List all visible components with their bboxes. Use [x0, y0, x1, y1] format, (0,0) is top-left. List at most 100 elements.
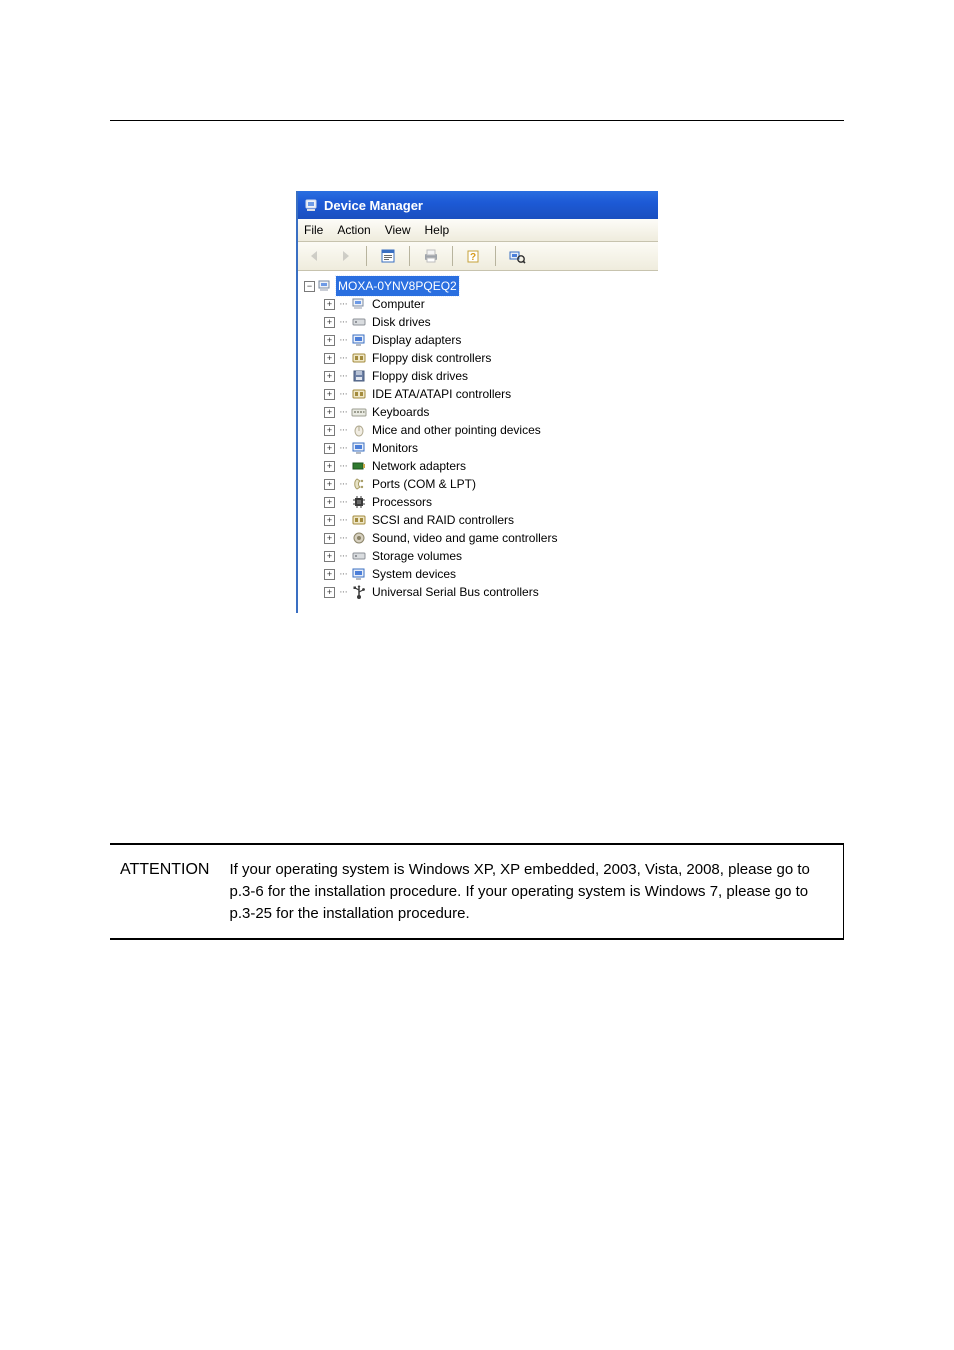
expander-expand-icon[interactable]: +: [324, 371, 335, 382]
properties-icon: [380, 248, 396, 264]
menu-view[interactable]: View: [385, 223, 411, 237]
toolbar-separator: [452, 246, 453, 266]
expander-expand-icon[interactable]: +: [324, 533, 335, 544]
help-button[interactable]: ?: [463, 245, 485, 267]
processor-icon: [351, 494, 367, 510]
tree-item-label[interactable]: Keyboards: [370, 402, 431, 422]
expander-expand-icon[interactable]: +: [324, 551, 335, 562]
forward-arrow-icon: [337, 248, 353, 264]
tree-item-label[interactable]: IDE ATA/ATAPI controllers: [370, 384, 513, 404]
tree-item-label[interactable]: Storage volumes: [370, 546, 464, 566]
tree-row[interactable]: +···Sound, video and game controllers: [302, 529, 654, 547]
tree-item-label[interactable]: Processors: [370, 492, 434, 512]
expander-expand-icon[interactable]: +: [324, 461, 335, 472]
floppy-controller-icon: [351, 350, 367, 366]
monitor-icon: [351, 440, 367, 456]
menu-help[interactable]: Help: [425, 223, 450, 237]
scan-hardware-icon: [508, 248, 526, 264]
expander-expand-icon[interactable]: +: [324, 353, 335, 364]
tree-row[interactable]: +···System devices: [302, 565, 654, 583]
expander-expand-icon[interactable]: +: [324, 443, 335, 454]
expander-expand-icon[interactable]: +: [324, 389, 335, 400]
print-icon: [422, 248, 440, 264]
tree-connector: ···: [339, 313, 349, 331]
menubar: File Action View Help: [298, 219, 658, 242]
tree-item-label[interactable]: System devices: [370, 564, 458, 584]
tree-item-label[interactable]: Display adapters: [370, 330, 463, 350]
computer-icon: [351, 296, 367, 312]
back-arrow-icon: [307, 248, 323, 264]
titlebar[interactable]: Device Manager: [298, 191, 658, 219]
tree-row[interactable]: + ··· Floppy disk controllers: [302, 349, 654, 367]
tree-row[interactable]: + ··· IDE ATA/ATAPI controllers: [302, 385, 654, 403]
ports-icon: [351, 476, 367, 492]
expander-expand-icon[interactable]: +: [324, 317, 335, 328]
tree-row[interactable]: +···Floppy disk drives: [302, 367, 654, 385]
expander-expand-icon[interactable]: +: [324, 407, 335, 418]
tree-item-label[interactable]: Floppy disk controllers: [370, 348, 493, 368]
tree-row[interactable]: +···Storage volumes: [302, 547, 654, 565]
storage-volume-icon: [351, 548, 367, 564]
expander-expand-icon[interactable]: +: [324, 515, 335, 526]
tree-row[interactable]: + ··· Network adapters: [302, 457, 654, 475]
tree-row[interactable]: + ··· Disk drives: [302, 313, 654, 331]
tree-row[interactable]: +···Keyboards: [302, 403, 654, 421]
ide-controller-icon: [351, 386, 367, 402]
tree-item-label[interactable]: Ports (COM & LPT): [370, 474, 478, 494]
tree-item-label[interactable]: Mice and other pointing devices: [370, 420, 543, 440]
network-adapter-icon: [351, 458, 367, 474]
tree-connector: ···: [339, 475, 349, 493]
tree-item-label[interactable]: Sound, video and game controllers: [370, 528, 559, 548]
device-tree: − MOXA-0YNV8PQEQ2 + ··· Computer + ··· Disk d…: [298, 271, 658, 613]
tree-connector: ···: [339, 331, 349, 349]
display-adapter-icon: [351, 332, 367, 348]
disk-drive-icon: [351, 314, 367, 330]
tree-row[interactable]: + ··· Computer: [302, 295, 654, 313]
expander-expand-icon[interactable]: +: [324, 425, 335, 436]
menu-file[interactable]: File: [304, 223, 323, 237]
computer-root-icon: [317, 278, 333, 294]
expander-expand-icon[interactable]: +: [324, 587, 335, 598]
tree-item-label[interactable]: Network adapters: [370, 456, 468, 476]
attention-body: If your operating system is Windows XP, …: [229, 859, 833, 924]
tree-connector: ···: [339, 295, 349, 313]
tree-row[interactable]: +···SCSI and RAID controllers: [302, 511, 654, 529]
svg-text:?: ?: [470, 252, 476, 263]
sound-video-game-icon: [351, 530, 367, 546]
tree-row[interactable]: + ··· Display adapters: [302, 331, 654, 349]
expander-expand-icon[interactable]: +: [324, 299, 335, 310]
keyboard-icon: [351, 404, 367, 420]
expander-expand-icon[interactable]: +: [324, 569, 335, 580]
tree-connector: ···: [339, 493, 349, 511]
tree-root-row[interactable]: − MOXA-0YNV8PQEQ2: [302, 277, 654, 295]
tree-row[interactable]: + ··· Processors: [302, 493, 654, 511]
tree-item-label[interactable]: Disk drives: [370, 312, 433, 332]
forward-button[interactable]: [334, 245, 356, 267]
expander-expand-icon[interactable]: +: [324, 479, 335, 490]
tree-item-label[interactable]: SCSI and RAID controllers: [370, 510, 516, 530]
page-top-rule: [110, 120, 844, 121]
tree-root-label[interactable]: MOXA-0YNV8PQEQ2: [336, 276, 459, 296]
tree-row[interactable]: +···Monitors: [302, 439, 654, 457]
tree-connector: ···: [339, 385, 349, 403]
expander-expand-icon[interactable]: +: [324, 497, 335, 508]
tree-item-label[interactable]: Floppy disk drives: [370, 366, 470, 386]
expander-expand-icon[interactable]: +: [324, 335, 335, 346]
tree-row[interactable]: +···Mice and other pointing devices: [302, 421, 654, 439]
device-manager-window: Device Manager File Action View Help: [296, 191, 658, 613]
system-device-icon: [351, 566, 367, 582]
tree-connector: ···: [339, 349, 349, 367]
menu-action[interactable]: Action: [337, 223, 370, 237]
properties-button[interactable]: [377, 245, 399, 267]
print-button[interactable]: [420, 245, 442, 267]
tree-row[interactable]: + ··· Ports (COM & LPT): [302, 475, 654, 493]
tree-row[interactable]: +···Universal Serial Bus controllers: [302, 583, 654, 601]
tree-item-label[interactable]: Monitors: [370, 438, 420, 458]
toolbar: ?: [298, 242, 658, 271]
tree-item-label[interactable]: Universal Serial Bus controllers: [370, 582, 541, 602]
tree-item-label[interactable]: Computer: [370, 294, 427, 314]
scan-hardware-button[interactable]: [506, 245, 528, 267]
back-button[interactable]: [304, 245, 326, 267]
tree-connector: ···: [339, 457, 349, 475]
expander-collapse-icon[interactable]: −: [304, 281, 315, 292]
